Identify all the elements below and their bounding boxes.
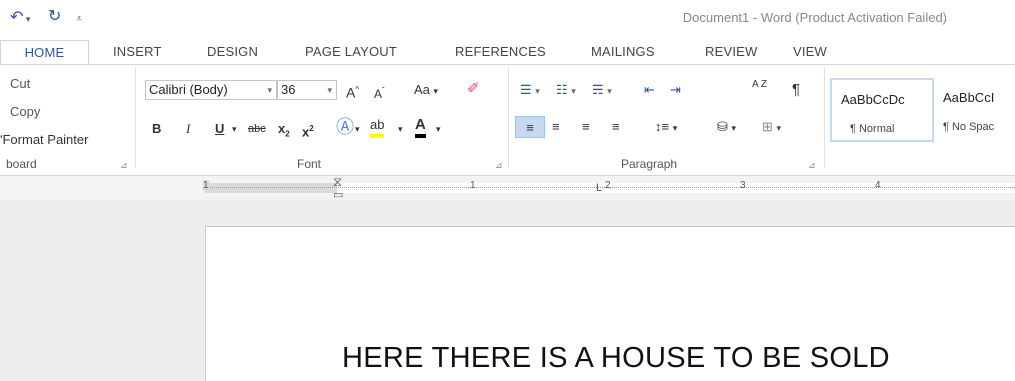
style-no-spacing[interactable]: AaBbCcI ¶ No Spac <box>936 78 1015 142</box>
bullets-icon[interactable]: ☰ ▾ <box>520 79 540 101</box>
highlight-color-icon[interactable]: ab <box>370 116 385 138</box>
decrease-indent-icon[interactable]: ⇤ <box>644 79 655 101</box>
ruler-number: 3 <box>740 180 746 191</box>
window-title: Document1 - Word (Product Activation Fai… <box>682 10 947 25</box>
borders-icon[interactable]: ⊞ ▾ <box>762 116 781 138</box>
paragraph-launcher-icon[interactable]: ⊿ <box>808 160 816 171</box>
subscript-button[interactable]: x2 <box>278 118 290 140</box>
cut-button[interactable]: Cut <box>10 76 30 91</box>
format-painter-label: Format Painter <box>2 132 89 147</box>
font-color-dropdown[interactable]: ▾ <box>436 118 441 140</box>
tab-view[interactable]: VIEW <box>793 40 827 64</box>
align-right-icon[interactable]: ≡ <box>582 116 590 138</box>
copy-button[interactable]: Copy <box>10 104 40 119</box>
format-painter-button[interactable]: ʹFormat Painter <box>0 132 88 147</box>
tab-mailings[interactable]: MAILINGS <box>591 40 655 64</box>
tab-insert[interactable]: INSERT <box>113 40 162 64</box>
change-case-button[interactable]: Aa ▾ <box>414 79 438 101</box>
multilevel-list-icon[interactable]: ☴ ▾ <box>592 79 612 101</box>
group-divider <box>824 68 825 168</box>
align-left-icon: ≡ <box>526 120 534 135</box>
style-normal[interactable]: AaBbCcDc ¶ Normal <box>830 78 934 142</box>
font-name-value: Calibri (Body) <box>149 82 228 97</box>
superscript-button[interactable]: x2 <box>302 118 314 140</box>
justify-icon[interactable]: ≡ <box>612 116 620 138</box>
font-size-value: 36 <box>281 82 296 97</box>
tab-review[interactable]: REVIEW <box>705 40 757 64</box>
tab-stop-icon[interactable]: L <box>596 182 602 194</box>
style-no-spacing-sample: AaBbCcI <box>943 90 995 105</box>
ruler-number: 1 <box>470 180 476 191</box>
tab-page-layout[interactable]: PAGE LAYOUT <box>305 40 397 64</box>
indent-marker-icon[interactable]: ⧖ ▭ <box>333 175 343 201</box>
text-effects-icon[interactable]: Ⓐ <box>336 116 354 138</box>
chevron-down-icon: ▾ <box>327 85 332 95</box>
style-no-spacing-name: ¶ No Spac <box>943 121 995 133</box>
underline-dropdown[interactable]: ▾ <box>232 118 237 140</box>
bold-button[interactable]: B <box>152 118 161 140</box>
font-name-combo[interactable]: Calibri (Body) ▾ <box>145 80 277 100</box>
style-normal-sample: AaBbCcDc <box>841 92 905 107</box>
tab-home[interactable]: HOME <box>0 40 89 66</box>
numbering-icon[interactable]: ☷ ▾ <box>556 79 576 101</box>
clipboard-launcher-icon[interactable]: ⊿ <box>120 160 128 171</box>
change-case-label: Aa <box>414 82 430 97</box>
clear-formatting-icon[interactable]: ✐ <box>467 78 480 100</box>
paragraph-group-label: Paragraph <box>621 157 678 171</box>
font-launcher-icon[interactable]: ⊿ <box>495 160 503 171</box>
ruler-number: 2 <box>605 180 611 191</box>
line-spacing-icon[interactable]: ↕≡ ▾ <box>655 116 677 138</box>
shrink-font-button[interactable]: Aˇ <box>374 80 385 102</box>
italic-button[interactable]: I <box>186 118 190 140</box>
underline-label: U <box>215 121 225 136</box>
group-divider <box>508 68 509 168</box>
clipboard-group-label: board <box>6 157 37 171</box>
strikethrough-button[interactable]: abc <box>248 118 266 140</box>
ruler-number: 1 <box>203 180 209 191</box>
font-size-combo[interactable]: 36 ▾ <box>277 80 337 100</box>
increase-indent-icon[interactable]: ⇥ <box>670 79 681 101</box>
document-headline[interactable]: HERE THERE IS A HOUSE TO BE SOLD <box>342 342 890 375</box>
underline-button[interactable]: U <box>215 118 224 140</box>
font-group-label: Font <box>297 157 322 171</box>
tab-design[interactable]: DESIGN <box>207 40 258 64</box>
highlight-dropdown[interactable]: ▾ <box>398 118 403 140</box>
shading-icon[interactable]: ⛁ ▾ <box>717 116 736 138</box>
ruler-left-margin <box>205 183 337 193</box>
ruler-number: 4 <box>875 180 881 191</box>
group-divider <box>135 68 136 168</box>
font-color-icon[interactable]: A <box>415 116 426 138</box>
text-effects-dropdown[interactable]: ▾ <box>355 118 360 140</box>
tab-references[interactable]: REFERENCES <box>455 40 546 64</box>
align-center-icon[interactable]: ≡ <box>552 116 560 138</box>
sort-button[interactable]: A Z <box>752 80 767 102</box>
show-formatting-button[interactable]: ¶ <box>792 79 800 101</box>
align-left-button[interactable]: ≡ <box>515 116 545 138</box>
grow-font-button[interactable]: A^ <box>346 79 359 101</box>
style-normal-name: ¶ Normal <box>850 123 895 135</box>
sort-label: A Z <box>752 79 768 90</box>
chevron-down-icon: ▾ <box>267 85 272 95</box>
